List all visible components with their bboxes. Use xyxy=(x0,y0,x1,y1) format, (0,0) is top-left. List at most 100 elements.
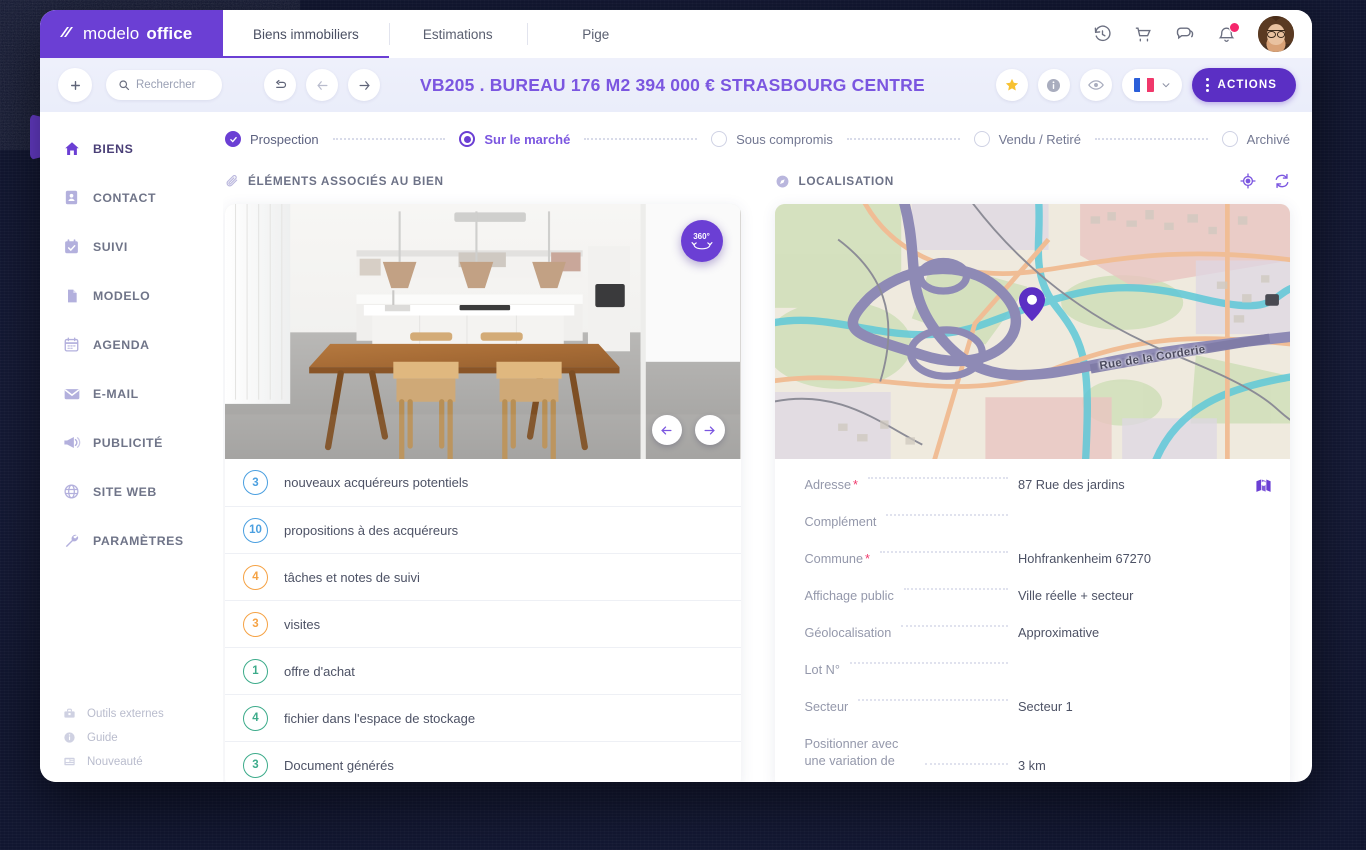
sidebar-footer-nouveaute[interactable]: Nouveauté xyxy=(62,755,223,768)
search-input[interactable]: Rechercher xyxy=(106,70,222,100)
rotate-arrows-icon xyxy=(691,241,712,250)
list-item[interactable]: 3 nouveaux acquéreurs potentiels xyxy=(225,459,741,506)
photo-next-button[interactable] xyxy=(694,415,725,445)
associated-elements-panel: ÉLÉMENTS ASSOCIÉS AU BIEN 360° 3 nouveau… xyxy=(225,166,741,782)
field-label: Commune * xyxy=(804,552,870,566)
visibility-button[interactable] xyxy=(1079,69,1112,101)
tab-pige[interactable]: Pige xyxy=(526,10,665,58)
location-map[interactable]: Rue de la Corderie xyxy=(774,204,1290,459)
field-commune[interactable]: Commune * Hohfrankenheim 67270 xyxy=(805,551,1273,588)
view-360-button[interactable]: 360° xyxy=(680,220,723,262)
tab-label: Biens immobiliers xyxy=(253,26,359,42)
step-label: Prospection xyxy=(250,131,319,147)
toolbox-icon xyxy=(62,707,77,720)
envelope-icon xyxy=(62,385,81,403)
france-flag-icon xyxy=(1133,78,1154,92)
list-item[interactable]: 3 visites xyxy=(225,600,741,647)
step-vendu-retire[interactable]: Vendu / Retiré xyxy=(973,131,1081,147)
chat-icon[interactable] xyxy=(1175,24,1195,44)
home-icon xyxy=(62,140,81,158)
field-value: Approximative xyxy=(1018,625,1100,640)
brand-word-2: office xyxy=(146,24,193,43)
sidebar-item-email[interactable]: E-MAIL xyxy=(40,369,223,418)
recenter-icon[interactable] xyxy=(1240,173,1256,189)
refresh-icon[interactable] xyxy=(1274,173,1290,189)
list-item[interactable]: 4 tâches et notes de suivi xyxy=(225,553,741,600)
sidebar-item-label: SUIVI xyxy=(93,239,128,254)
sidebar-item-publicite[interactable]: PUBLICITÉ xyxy=(40,418,223,467)
sidebar-item-suivi[interactable]: SUIVI xyxy=(40,222,223,271)
item-count-badge: 3 xyxy=(243,611,268,637)
field-complement[interactable]: Complément xyxy=(805,514,1273,551)
tab-biens-immobiliers[interactable]: Biens immobiliers xyxy=(223,10,389,58)
tab-estimations[interactable]: Estimations xyxy=(388,10,527,58)
sidebar-footer-guide[interactable]: Guide xyxy=(62,731,223,744)
sidebar-item-parametres[interactable]: PARAMÈTRES xyxy=(40,516,223,565)
field-geolocalisation[interactable]: Géolocalisation Approximative xyxy=(805,625,1273,662)
add-button[interactable] xyxy=(58,68,92,102)
sidebar-item-label: AGENDA xyxy=(93,337,150,352)
sidebar-footer: Outils externes Guide Nouveauté xyxy=(40,707,223,782)
sidebar-footer-outils-externes[interactable]: Outils externes xyxy=(62,707,223,720)
cart-icon[interactable] xyxy=(1134,25,1153,44)
field-dots xyxy=(901,625,1008,627)
field-label: Positionner avec une variation de xyxy=(804,737,899,769)
field-dots xyxy=(879,551,1008,553)
brand-word-1: modelo xyxy=(83,24,140,43)
photo-carousel-controls xyxy=(651,415,725,445)
bell-icon[interactable] xyxy=(1217,21,1240,44)
field-positionner-variation[interactable]: Positionner avec une variation de 3 km xyxy=(805,736,1273,773)
field-dots xyxy=(867,477,1008,479)
field-adresse[interactable]: Adresse * 87 Rue des jardins xyxy=(805,477,1273,514)
paperclip-icon xyxy=(225,174,239,188)
step-sur-le-marche[interactable]: Sur le marché xyxy=(459,131,570,147)
associated-elements-header: ÉLÉMENTS ASSOCIÉS AU BIEN xyxy=(225,166,741,196)
property-photo[interactable]: 360° xyxy=(225,204,741,459)
item-label: fichier dans l'espace de stockage xyxy=(284,710,476,726)
sidebar-footer-label: Guide xyxy=(87,731,118,744)
list-item[interactable]: 4 fichier dans l'espace de stockage xyxy=(225,694,741,741)
sidebar-item-contact[interactable]: CONTACT xyxy=(40,173,223,222)
field-dots xyxy=(858,699,1008,701)
return-icon xyxy=(275,79,286,88)
language-selector[interactable] xyxy=(1121,69,1182,101)
previous-record-button[interactable] xyxy=(306,69,338,101)
field-label: Affichage public xyxy=(804,589,894,603)
sidebar-item-site-web[interactable]: SITE WEB xyxy=(40,467,223,516)
star-icon xyxy=(1005,78,1018,91)
panels-row: ÉLÉMENTS ASSOCIÉS AU BIEN 360° 3 nouveau… xyxy=(223,166,1290,782)
avatar[interactable] xyxy=(1258,16,1294,52)
list-item[interactable]: 1 offre d'achat xyxy=(225,647,741,694)
field-secteur[interactable]: Secteur Secteur 1 xyxy=(805,699,1273,736)
open-map-icon[interactable] xyxy=(1250,477,1272,494)
history-icon[interactable] xyxy=(1093,25,1112,44)
next-record-button[interactable] xyxy=(348,69,380,101)
field-value: Hohfrankenheim 67270 xyxy=(1018,551,1152,566)
info-circle-icon xyxy=(62,731,77,744)
step-radio-icon xyxy=(1221,131,1238,147)
sidebar-item-label: PARAMÈTRES xyxy=(93,533,184,548)
step-archive[interactable]: Archivé xyxy=(1221,131,1290,147)
record-actions-group: ACTIONS xyxy=(995,68,1296,102)
globe-icon xyxy=(62,483,81,500)
step-prospection[interactable]: Prospection xyxy=(225,131,319,147)
field-dots xyxy=(886,514,1008,516)
field-lot-n[interactable]: Lot N° xyxy=(805,662,1273,699)
localisation-header: LOCALISATION xyxy=(775,166,1291,196)
actions-button[interactable]: ACTIONS xyxy=(1191,68,1296,102)
field-affichage-public[interactable]: Affichage public Ville réelle + secteur xyxy=(805,588,1273,625)
return-to-list-button[interactable] xyxy=(264,69,296,101)
brand-logo[interactable]: modelo office xyxy=(40,10,223,58)
step-sous-compromis[interactable]: Sous compromis xyxy=(711,131,833,147)
info-button[interactable] xyxy=(1037,69,1070,101)
list-item[interactable]: 3 Document générés xyxy=(225,741,741,782)
photo-prev-button[interactable] xyxy=(651,415,682,445)
tab-label: Estimations xyxy=(422,26,493,42)
sidebar-item-biens[interactable]: BIENS xyxy=(40,124,223,173)
list-item[interactable]: 10 propositions à des acquéreurs xyxy=(225,506,741,553)
sidebar-item-agenda[interactable]: AGENDA xyxy=(40,320,223,369)
panel-title: ÉLÉMENTS ASSOCIÉS AU BIEN xyxy=(248,174,444,188)
main-content: Prospection Sur le marché Sous compromis… xyxy=(223,112,1312,782)
sidebar-item-modelo[interactable]: MODELO xyxy=(40,271,223,320)
favorite-button[interactable] xyxy=(995,69,1028,101)
